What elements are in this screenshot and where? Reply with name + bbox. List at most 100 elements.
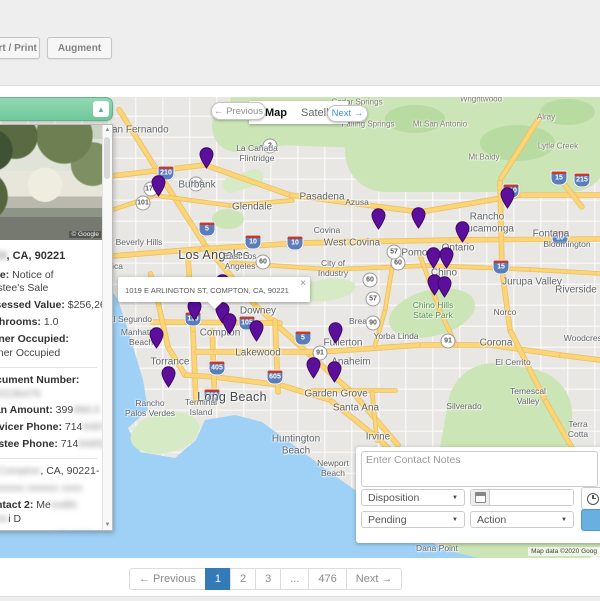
map-place-label: Mt Baldy	[468, 152, 499, 161]
map-place-label: West Covina	[324, 237, 381, 249]
map-road-shield: 90	[366, 316, 381, 331]
loan-amount-row: Loan Amount: 399999.9	[0, 404, 97, 418]
time-button[interactable]	[581, 487, 600, 510]
scrollbar-thumb[interactable]	[104, 137, 110, 179]
map-infowindow: 1019 E ARLINGTON ST, COMPTON, CA, 90221 …	[118, 277, 310, 302]
map-place-label: Woodcrest	[564, 334, 600, 344]
pagination: ← Previous 1 2 3 ... 476 Next →	[129, 568, 402, 590]
chevron-down-icon: ▼	[561, 517, 567, 523]
pagination-page-2[interactable]: 2	[230, 568, 256, 590]
map-property-marker[interactable]	[151, 175, 166, 197]
owner-occupied-row: Owner Occupied: Owner Occupied	[0, 333, 97, 361]
map-property-marker[interactable]	[187, 299, 202, 321]
pagination-page-3[interactable]: 3	[255, 568, 281, 590]
date-input[interactable]	[490, 490, 573, 505]
map-place-label: Bloomington	[543, 240, 590, 250]
contact2-row: Contact 2: Meredith Marini D	[0, 499, 97, 527]
map-property-marker[interactable]	[249, 320, 264, 342]
clock-icon	[587, 493, 599, 505]
map-road-shield: 91	[441, 334, 456, 349]
map-canvas[interactable]: 5521021013410117021010106060601101054056…	[0, 97, 600, 558]
map-road-shield: 5	[199, 222, 216, 237]
document-number-row: Document Number: 2020236479	[0, 374, 97, 402]
date-input-group	[470, 489, 574, 506]
phone-link[interactable]: 323-8	[30, 529, 57, 531]
map-place-label: Terminal Island	[185, 398, 217, 418]
map-property-marker[interactable]	[437, 276, 452, 298]
map-property-marker[interactable]	[161, 366, 176, 388]
map-place-label: Lytle Creek	[538, 141, 578, 150]
map-place-label: Irvine	[366, 431, 390, 443]
map-place-label: Pasadena	[299, 191, 344, 203]
chevron-down-icon: ▼	[452, 517, 458, 523]
property-address-title: 1019, CA, 90221	[0, 249, 97, 264]
map-road-shield: 5	[295, 331, 312, 346]
disposition-select-value: Disposition	[368, 492, 419, 504]
scroll-up-icon[interactable]: ▲	[103, 127, 112, 133]
next-property-button[interactable]: Next →	[327, 105, 368, 122]
map-place-label: Santa Ana	[333, 402, 379, 414]
map-property-marker[interactable]	[222, 313, 237, 335]
map-road-shield: 15	[493, 260, 510, 275]
action-select[interactable]: Action ▼	[470, 511, 574, 528]
map-road	[520, 193, 600, 197]
map-property-marker[interactable]	[455, 221, 470, 243]
previous-property-button[interactable]: ← Previous	[211, 102, 266, 120]
pagination-next[interactable]: Next →	[346, 568, 403, 590]
servicer-phone-row: Servicer Phone: 7148487920	[0, 421, 97, 435]
map-road-shield: 101	[136, 196, 151, 211]
contact-notes-textarea[interactable]	[361, 451, 598, 487]
map-place-label: East Los Angeles	[223, 252, 256, 272]
bathrooms-row: Bathrooms: 1.0	[0, 316, 97, 330]
map-place-label: Huntington Beach	[272, 434, 320, 457]
map-road-shield: 215	[574, 173, 591, 188]
save-note-button[interactable]	[581, 509, 600, 531]
map-place-label: Alray	[537, 112, 555, 121]
map-property-marker[interactable]	[411, 207, 426, 229]
map-property-marker[interactable]	[306, 357, 321, 379]
augment-button[interactable]: Augment	[47, 37, 112, 59]
collapse-panel-button[interactable]: ▲	[93, 101, 109, 117]
map-type-map-button[interactable]: Map	[265, 107, 287, 119]
map-place-label: Jurupa Valley	[502, 276, 562, 288]
auction-type-row: Type: Notice of Trustee's Sale	[0, 269, 97, 297]
map-property-marker[interactable]	[328, 322, 343, 344]
map-property-marker[interactable]	[371, 208, 386, 230]
disposition-select[interactable]: Disposition ▼	[361, 489, 465, 506]
pagination-page-1[interactable]: 1	[205, 568, 231, 590]
map-place-label: Beverly Hills	[116, 238, 163, 248]
pending-select-value: Pending	[368, 514, 407, 526]
chevron-down-icon: ▼	[452, 495, 458, 501]
property-details: 1019, CA, 90221 Type: Notice of Trustee'…	[0, 240, 103, 530]
map-road-shield: 15	[551, 171, 568, 186]
divider	[0, 367, 97, 368]
map-property-marker[interactable]	[199, 147, 214, 169]
infowindow-close-icon[interactable]: ×	[300, 278, 306, 289]
map-place-label: Dana Point	[416, 544, 458, 554]
map-place-label: Burbank	[178, 179, 215, 191]
scroll-down-icon[interactable]: ▼	[103, 522, 112, 528]
map-place-label: El Segundo	[108, 315, 152, 325]
map-place-label: Garden Grove	[304, 388, 367, 400]
map-place-label: Downey	[240, 305, 276, 317]
pagination-previous[interactable]: ← Previous	[129, 568, 206, 590]
top-toolbar: Export / Print Augment	[0, 0, 600, 86]
map-property-marker[interactable]	[500, 187, 515, 209]
map-property-marker[interactable]	[327, 361, 342, 383]
infowindow-address: 1019 E ARLINGTON ST, COMPTON, CA, 90221	[125, 286, 289, 295]
pagination-ellipsis: ...	[280, 568, 309, 590]
assessed-value-row: Assessed Value: $256,268	[0, 299, 97, 313]
map-place-label: Brea	[349, 317, 367, 327]
property-panel: ▲ © Google ▲ ▼ 1019, CA, 90221 Type: Not…	[0, 97, 113, 531]
panel-scrollbar[interactable]: ▲ ▼	[102, 125, 112, 530]
map-property-marker[interactable]	[439, 247, 454, 269]
mailing-address-row: St, Compton, CA, 90221-	[0, 465, 97, 479]
map-place-label: Silverado	[446, 402, 481, 412]
pending-select[interactable]: Pending ▼	[361, 511, 465, 528]
map-place-label: Riverside	[555, 284, 597, 296]
map-place-label: Azusa	[345, 198, 369, 208]
export-print-button[interactable]: Export / Print	[0, 37, 40, 59]
map-place-label: Chino Hills State Park	[413, 301, 454, 321]
map-property-marker[interactable]	[149, 327, 164, 349]
pagination-page-476[interactable]: 476	[308, 568, 346, 590]
